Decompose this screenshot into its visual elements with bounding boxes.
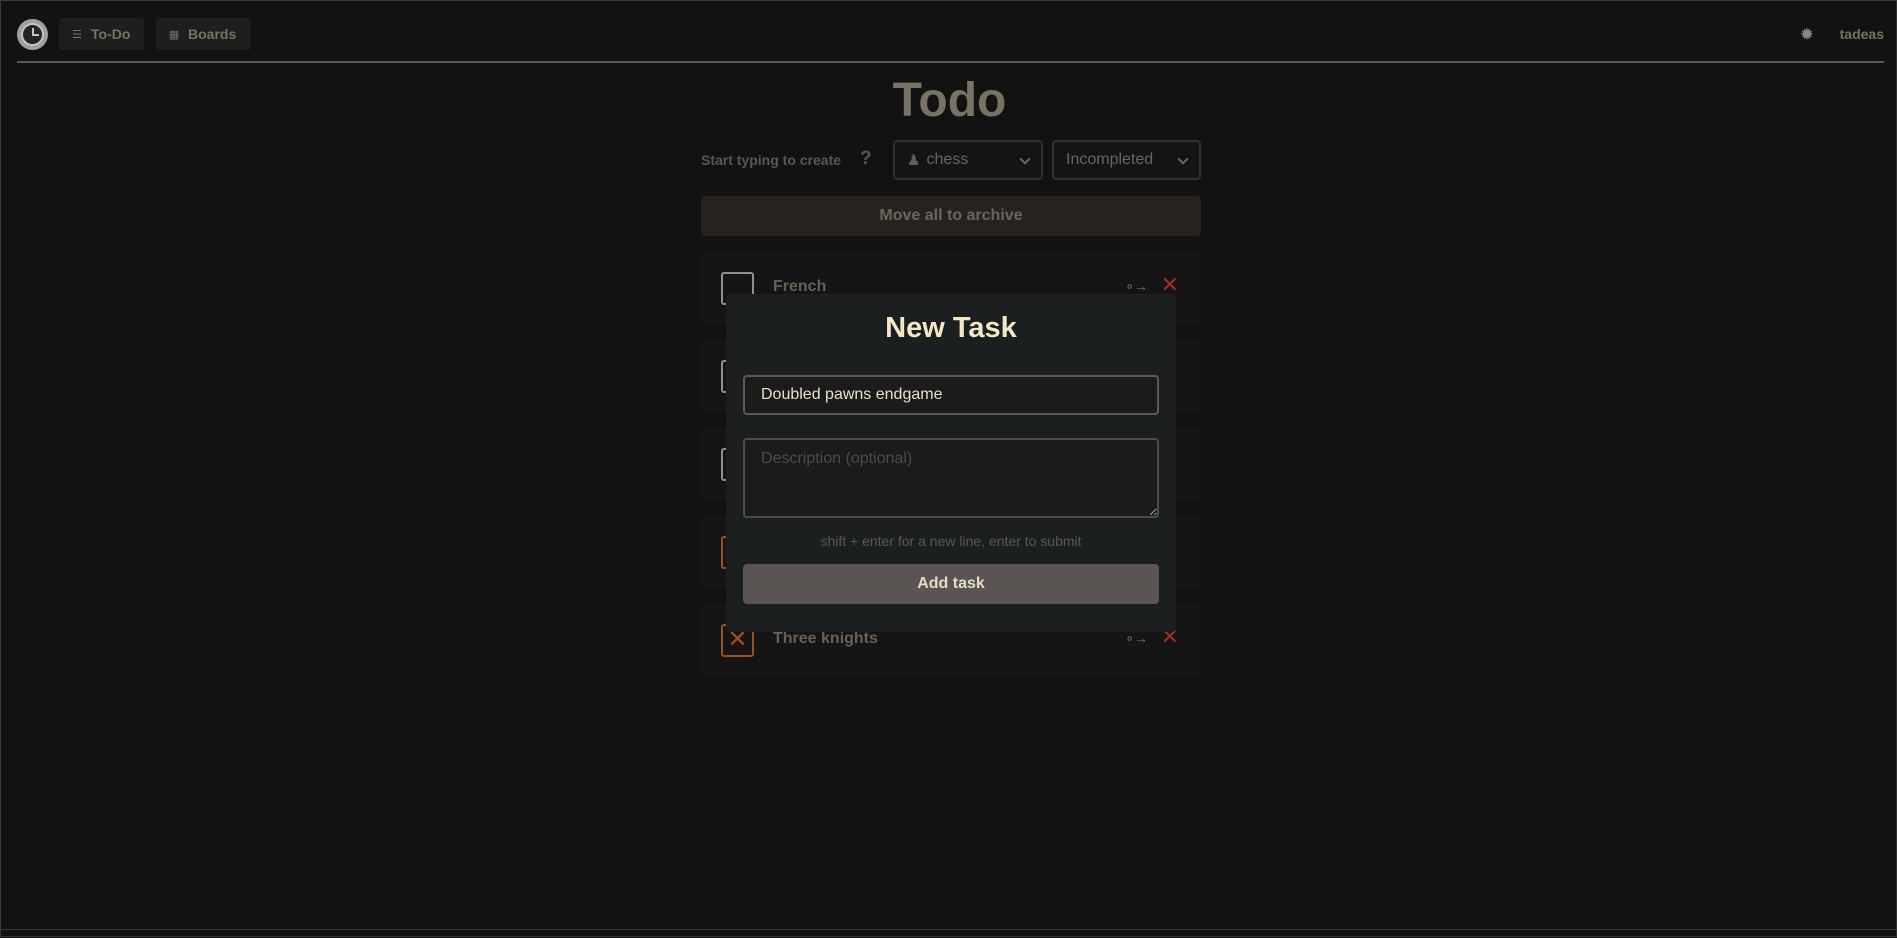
divider	[1, 929, 1897, 930]
add-task-button[interactable]: Add task	[743, 564, 1159, 604]
modal-title: New Task	[885, 312, 1017, 344]
app-window: ☰ To-Do ▦ Boards ✹ tadeas Todo Start typ…	[0, 0, 1897, 938]
new-task-modal: New Task shift + enter for a new line, e…	[726, 294, 1176, 632]
task-name-input[interactable]	[743, 375, 1159, 415]
submit-hint: shift + enter for a new line, enter to s…	[820, 533, 1082, 549]
task-description-input[interactable]	[743, 438, 1159, 518]
